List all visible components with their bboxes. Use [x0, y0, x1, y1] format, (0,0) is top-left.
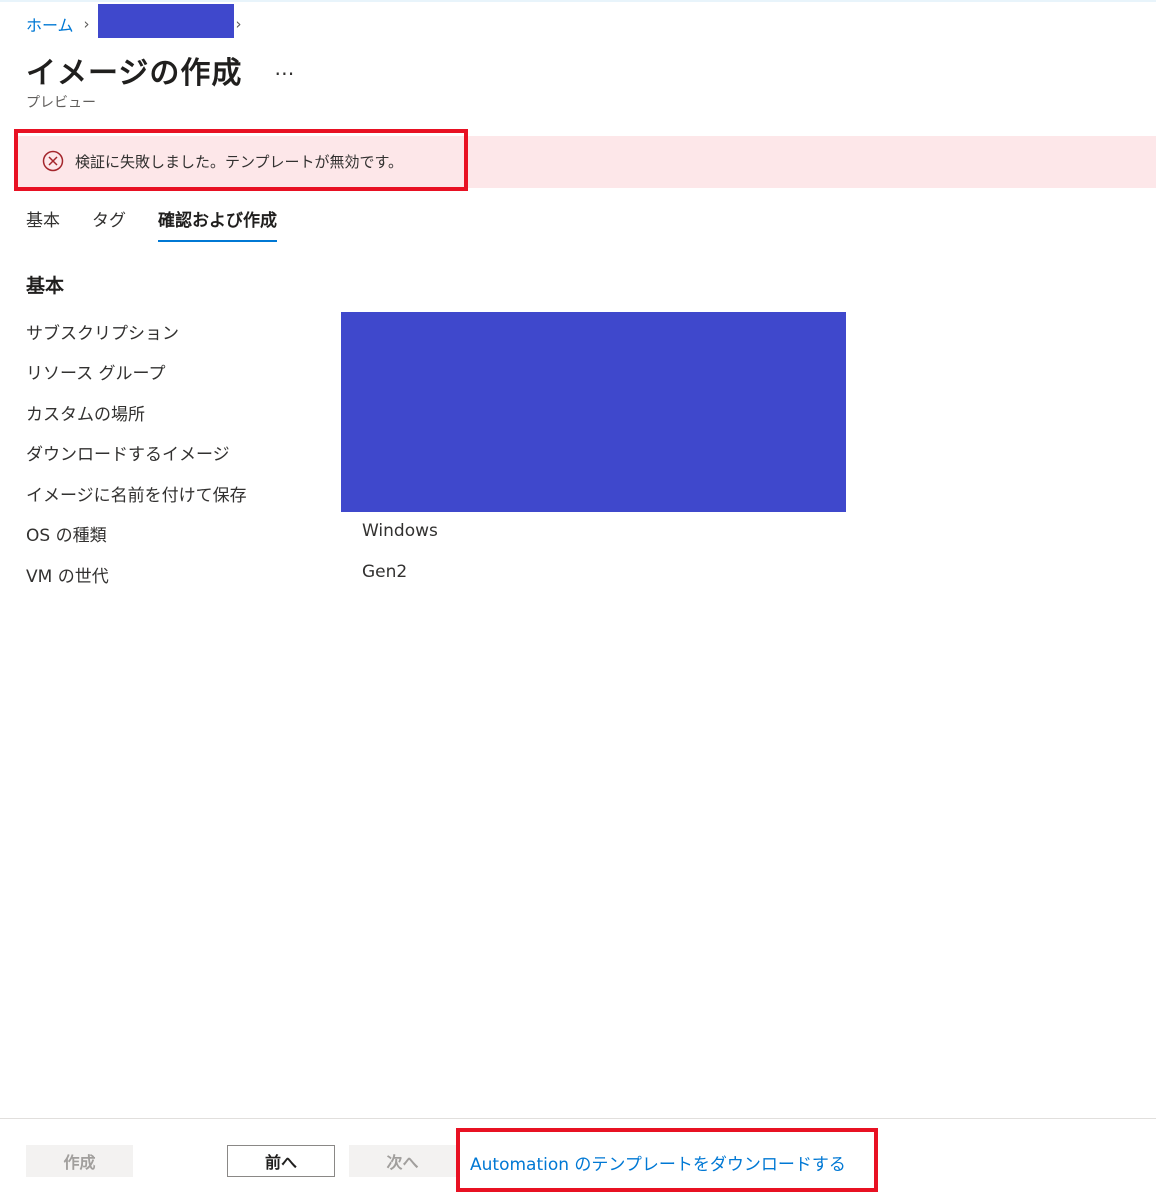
tab-basics[interactable]: 基本	[26, 204, 60, 242]
page-title: イメージの作成	[26, 56, 243, 91]
title-row: イメージの作成 …	[26, 48, 294, 92]
vm-generation-value: Gen2	[362, 562, 408, 582]
resource-group-label: リソース グループ	[26, 364, 166, 384]
download-image-label: ダウンロードするイメージ	[26, 445, 230, 465]
more-options-button[interactable]: …	[274, 56, 294, 80]
tab-tags[interactable]: タグ	[92, 204, 126, 242]
top-border	[0, 0, 1156, 2]
chevron-right-icon: ›	[83, 15, 90, 33]
redacted-values	[341, 312, 846, 512]
section-title: 基本	[26, 275, 65, 297]
redacted-breadcrumb-item[interactable]	[97, 4, 234, 38]
chevron-right-icon: ›	[235, 15, 242, 33]
tab-review-create[interactable]: 確認および作成	[158, 204, 277, 242]
error-message: 検証に失敗しました。テンプレートが無効です。	[75, 153, 404, 171]
breadcrumb: ホーム › ›	[26, 4, 242, 38]
tab-bar: 基本 タグ 確認および作成	[26, 204, 309, 242]
breadcrumb-home-link[interactable]: ホーム	[26, 12, 74, 36]
subscription-label: サブスクリプション	[26, 324, 179, 344]
error-circle-icon	[42, 150, 64, 172]
os-type-label: OS の種類	[26, 526, 107, 546]
page-subtitle: プレビュー	[26, 95, 96, 111]
os-type-value: Windows	[362, 521, 438, 541]
previous-button[interactable]: 前へ	[227, 1145, 335, 1177]
create-button[interactable]: 作成	[26, 1145, 133, 1177]
footer-divider	[0, 1118, 1156, 1119]
next-button[interactable]: 次へ	[349, 1145, 456, 1177]
custom-location-label: カスタムの場所	[26, 405, 145, 425]
vm-generation-label: VM の世代	[26, 567, 109, 587]
download-template-link[interactable]: Automation のテンプレートをダウンロードする	[470, 1150, 846, 1175]
save-image-name-label: イメージに名前を付けて保存	[26, 486, 247, 506]
